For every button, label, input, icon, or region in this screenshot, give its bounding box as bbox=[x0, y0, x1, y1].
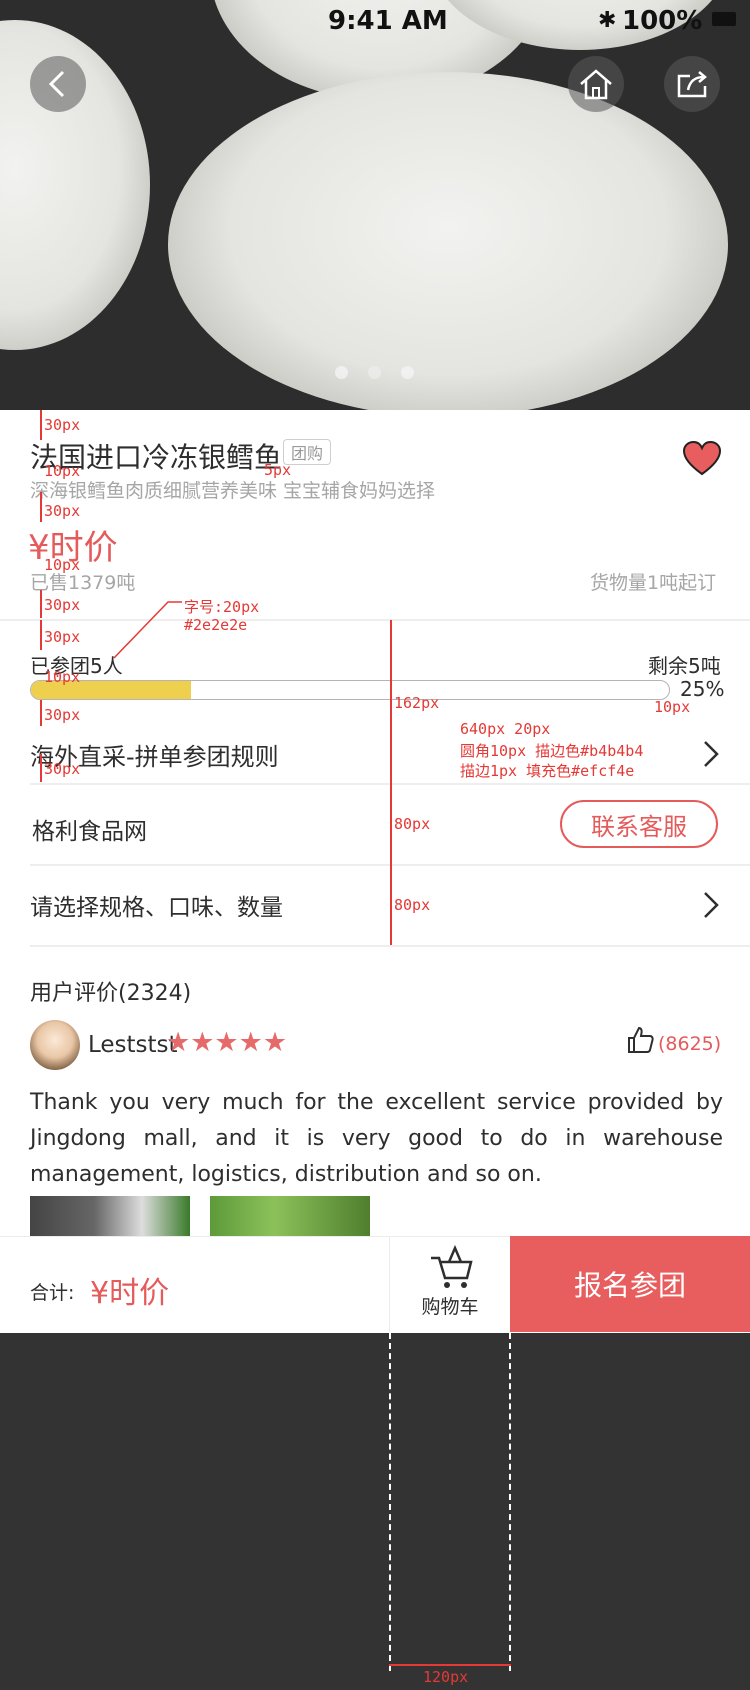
annotation-label: 10px bbox=[44, 668, 81, 686]
total-label: 合计: bbox=[30, 1282, 75, 1304]
review-photo[interactable] bbox=[30, 1196, 190, 1236]
annotation-line bbox=[390, 620, 392, 945]
home-button[interactable] bbox=[568, 56, 624, 112]
cart-label: 购物车 bbox=[421, 1296, 479, 1318]
status-time: 9:41 AM bbox=[328, 6, 448, 36]
rating-stars: ★★★★★ bbox=[166, 1027, 288, 1058]
share-button[interactable] bbox=[664, 56, 720, 112]
likes-count: (8625) bbox=[658, 1033, 722, 1055]
spec-select-row[interactable]: 请选择规格、口味、数量 bbox=[30, 880, 720, 930]
annotation-label: 30px bbox=[44, 706, 81, 724]
annotation-label: 30px bbox=[44, 760, 81, 778]
annotation-label: 30px bbox=[44, 416, 81, 434]
heart-icon[interactable] bbox=[682, 440, 722, 476]
annotation-label: 10px bbox=[44, 556, 81, 574]
join-group-button[interactable]: 报名参团 bbox=[510, 1236, 750, 1332]
annotation-line bbox=[40, 620, 42, 650]
contact-service-button[interactable]: 联系客服 bbox=[560, 800, 718, 848]
avatar bbox=[30, 1020, 80, 1070]
share-icon bbox=[677, 71, 707, 98]
review-text: Thank you very much for the excellent se… bbox=[30, 1090, 723, 1187]
total-price: ¥时价 bbox=[90, 1276, 170, 1311]
review-photo[interactable] bbox=[210, 1196, 370, 1236]
battery-icon bbox=[712, 12, 736, 26]
annotation-line bbox=[509, 1333, 511, 1671]
annotation-line bbox=[389, 1333, 391, 1671]
cart-icon bbox=[431, 1244, 473, 1288]
spec-label: 请选择规格、口味、数量 bbox=[30, 895, 283, 921]
product-image-carousel[interactable]: 9:41 AM ✱ 100% bbox=[0, 0, 750, 410]
annotation-label: 30px bbox=[44, 628, 81, 646]
status-battery: 100% bbox=[622, 6, 703, 36]
annotation-label: 圆角10px 描边色#b4b4b4 bbox=[460, 742, 644, 760]
annotation-label: 字号:20px bbox=[184, 598, 260, 616]
chevron-right-icon bbox=[704, 892, 719, 918]
annotation-label: #2e2e2e bbox=[184, 616, 248, 634]
annotation-label: 描边1px 填充色#efcf4e bbox=[460, 762, 635, 780]
back-button[interactable] bbox=[30, 56, 86, 112]
annotation-label: 5px bbox=[264, 461, 292, 479]
annotation-label: 80px bbox=[394, 896, 431, 914]
chevron-right-icon bbox=[704, 741, 719, 767]
annotation-label: 80px bbox=[394, 815, 431, 833]
annotation-label: 10px bbox=[44, 462, 81, 480]
back-icon bbox=[48, 70, 65, 98]
carousel-dot[interactable] bbox=[401, 366, 414, 379]
annotation-leader-line bbox=[113, 601, 182, 659]
reviewer-name: Leststst bbox=[88, 1032, 178, 1058]
annotation-line bbox=[389, 1664, 511, 1666]
annotation-line bbox=[40, 590, 42, 618]
store-name: 格利食品网 bbox=[32, 819, 147, 845]
annotation-label: 162px bbox=[394, 694, 440, 712]
annotation-label: 10px bbox=[654, 698, 691, 716]
annotation-line bbox=[40, 754, 42, 782]
product-subtitle: 深海银鳕鱼肉质细腻营养美味 宝宝辅食妈妈选择 bbox=[30, 480, 436, 502]
divider bbox=[30, 945, 750, 947]
annotation-line bbox=[40, 700, 42, 726]
bluetooth-icon: ✱ bbox=[598, 8, 617, 33]
carousel-dot[interactable] bbox=[368, 366, 381, 379]
annotation-label: 30px bbox=[44, 596, 81, 614]
annotation-label: 120px bbox=[423, 1668, 469, 1686]
remaining-stock: 剩余5吨 bbox=[648, 654, 721, 678]
annotation-label: 30px bbox=[44, 502, 81, 520]
annotation-line bbox=[40, 492, 42, 522]
reviews-heading: 用户评价(2324) bbox=[30, 981, 192, 1006]
min-order: 货物量1吨起订 bbox=[590, 572, 717, 594]
group-progress-bar bbox=[30, 680, 670, 700]
carousel-dot[interactable] bbox=[335, 366, 348, 379]
annotation-line bbox=[40, 410, 42, 440]
home-icon bbox=[580, 69, 612, 100]
thumbs-up-icon[interactable] bbox=[626, 1025, 656, 1055]
cart-button[interactable]: 购物车 bbox=[390, 1244, 510, 1330]
annotation-label: 640px 20px bbox=[460, 720, 551, 738]
